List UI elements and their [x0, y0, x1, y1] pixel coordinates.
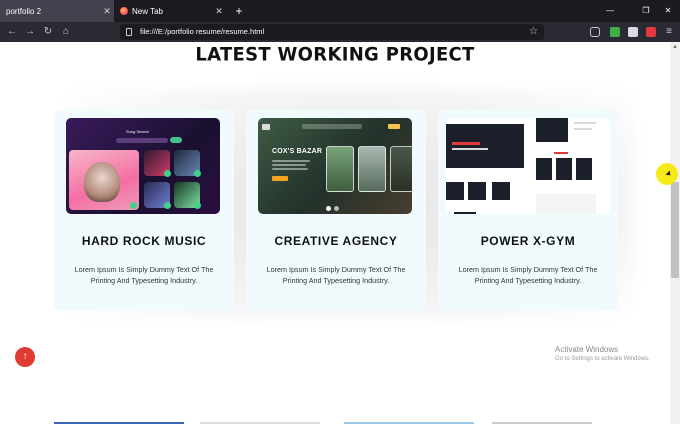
reload-button[interactable]: ↻ [40, 24, 56, 40]
project-thumbnail: Song Search [66, 118, 220, 214]
tab-close-icon[interactable]: ✕ [212, 6, 226, 17]
tab-title: portfolio 2 [6, 6, 42, 16]
hamburger-menu-icon: ≡ [666, 26, 672, 37]
activate-windows-subtitle: Go to Settings to activate Windows. [555, 356, 650, 362]
page-viewport: LATEST WORKING PROJECT Song Search HARD … [0, 42, 670, 424]
arrow-left-icon: ← [7, 26, 17, 37]
project-title: HARD ROCK MUSIC [81, 234, 207, 248]
play-icon [164, 170, 171, 177]
search-bar-shape [116, 138, 168, 143]
minimize-button[interactable]: — [600, 0, 620, 22]
tab-new-tab[interactable]: New Tab ✕ [114, 0, 226, 22]
project-description: Lorem Ipsum Is Simply Dummy Text Of The … [74, 265, 214, 285]
play-icon [164, 202, 171, 209]
home-icon: ⌂ [62, 26, 70, 37]
star-icon[interactable]: ☆ [529, 24, 538, 40]
url-text[interactable]: file:///E:/portfolio resume/resume.html [140, 24, 264, 40]
extension-icon[interactable] [628, 27, 638, 37]
tab-close-icon[interactable]: ✕ [100, 6, 114, 17]
play-icon [194, 170, 201, 177]
project-description: Lorem Ipsum Is Simply Dummy Text Of The … [266, 265, 406, 285]
thumb-hero-block [446, 124, 524, 168]
extension-icon[interactable] [646, 27, 656, 37]
menu-button[interactable]: ≡ [662, 24, 676, 40]
destination-tile [326, 146, 354, 192]
tab-title: New Tab [132, 6, 163, 16]
play-icon [130, 202, 137, 209]
project-description: Lorem Ipsum Is Simply Dummy Text Of The … [458, 265, 598, 285]
project-thumbnail [446, 118, 610, 214]
project-title: POWER X-GYM [480, 234, 576, 248]
back-button[interactable]: ← [4, 24, 20, 40]
browser-nav-bar: ← → ↻ ⌂ file:///E:/portfolio resume/resu… [0, 22, 680, 42]
project-card-gym[interactable]: POWER X-GYM Lorem Ipsum Is Simply Dummy … [438, 110, 618, 310]
search-button-shape [170, 137, 182, 143]
new-tab-button[interactable]: + [232, 3, 246, 19]
section-title: LATEST WORKING PROJECT [195, 43, 475, 66]
thumb-navbar [262, 124, 408, 130]
project-card-music[interactable]: Song Search HARD ROCK MUSIC Lorem Ipsum … [54, 110, 234, 310]
home-button[interactable]: ⌂ [58, 24, 74, 40]
extension-icon[interactable] [610, 27, 620, 37]
thumb-heading: COX'S BAZAR [272, 148, 323, 155]
project-thumbnail: COX'S BAZAR [258, 118, 412, 214]
forward-button[interactable]: → [22, 24, 38, 40]
project-card-agency[interactable]: COX'S BAZAR CREATIVE AGENCY Lorem Ipsum … [246, 110, 426, 310]
thumb-label: Song Search [126, 129, 150, 134]
back-to-top-button[interactable]: ↑ [15, 347, 35, 367]
destination-tile [390, 146, 412, 192]
arrow-up-icon: ↑ [22, 351, 28, 362]
browser-tab-bar: portfolio 2 ✕ New Tab ✕ + — ❐ ✕ [0, 0, 680, 22]
firefox-icon [120, 7, 128, 15]
thumb-photo [536, 118, 568, 142]
tab-portfolio[interactable]: portfolio 2 ✕ [0, 0, 114, 22]
scroll-thumb[interactable] [671, 182, 679, 278]
play-icon [194, 202, 201, 209]
page-scrollbar[interactable]: ▲ [670, 42, 680, 424]
address-bar[interactable]: file:///E:/portfolio resume/resume.html … [120, 24, 544, 40]
slider-dot [326, 206, 331, 211]
scroll-up-arrow-icon[interactable]: ▲ [670, 42, 680, 52]
destination-tile [358, 146, 386, 192]
slider-dot [334, 206, 339, 211]
reload-icon: ↻ [43, 26, 53, 37]
headphones-figure [84, 162, 120, 202]
thumb-cta [272, 176, 288, 181]
pocket-icon[interactable] [590, 27, 600, 37]
arrow-right-icon: → [25, 26, 35, 37]
project-title: CREATIVE AGENCY [274, 234, 398, 248]
activate-windows-title: Activate Windows [555, 345, 619, 354]
close-window-button[interactable]: ✕ [658, 0, 678, 22]
maximize-button[interactable]: ❐ [636, 0, 656, 22]
page-icon [126, 28, 132, 36]
